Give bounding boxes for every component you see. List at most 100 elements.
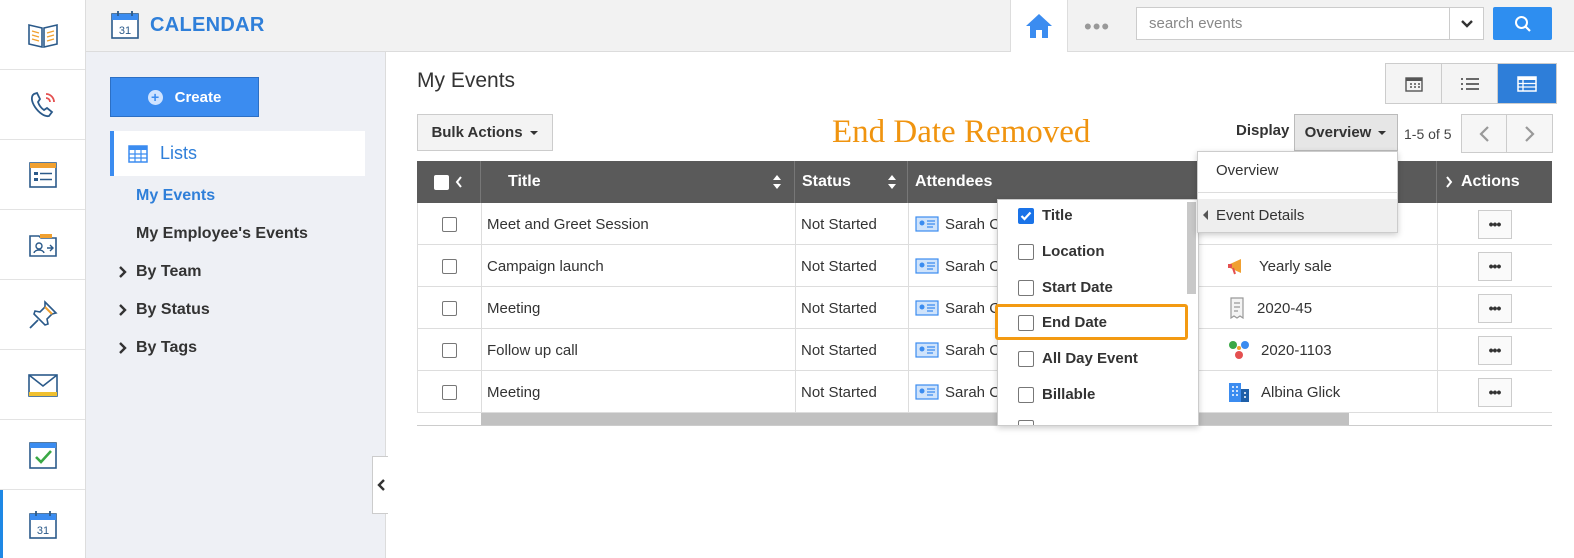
table-icon	[128, 144, 148, 163]
row-checkbox[interactable]	[441, 384, 457, 400]
column-option-checkbox[interactable]	[1018, 386, 1034, 403]
row-actions-button[interactable]: •••	[1477, 293, 1512, 323]
display-option-overview[interactable]: Overview	[1216, 162, 1279, 179]
rail-item-knowledge[interactable]	[0, 0, 85, 70]
event-status: Not Started	[801, 383, 877, 401]
next-page-button[interactable]	[1507, 115, 1552, 152]
select-all-checkbox[interactable]	[434, 174, 449, 190]
more-apps-button[interactable]: •••	[1084, 14, 1110, 40]
row-actions-button[interactable]: •••	[1477, 209, 1512, 239]
previous-page-button[interactable]	[1462, 115, 1507, 152]
table-row[interactable]: Follow up call Not Started Sarah C 2020-…	[417, 329, 1552, 371]
table-row[interactable]: Meeting Not Started Sarah C Albina Glick…	[417, 371, 1552, 413]
mail-icon	[27, 373, 58, 397]
rail-item-calendar[interactable]: 31	[0, 490, 85, 558]
chevron-right-icon	[1524, 125, 1535, 142]
contact-card-icon	[915, 342, 939, 358]
column-option-billable[interactable]: Billable	[1018, 386, 1095, 403]
column-option-location[interactable]: Location	[1018, 243, 1105, 260]
row-checkbox[interactable]	[441, 258, 457, 274]
chevron-left-icon[interactable]	[455, 176, 463, 188]
row-checkbox[interactable]	[441, 342, 457, 358]
search-filter-dropdown[interactable]	[1449, 8, 1483, 39]
row-actions-button[interactable]: •••	[1477, 251, 1512, 281]
rail-item-mail[interactable]	[0, 350, 85, 420]
event-attendee: Sarah C	[915, 329, 1000, 371]
event-attendee: Sarah C	[915, 203, 1000, 245]
attendee-name: Sarah C	[945, 299, 1001, 317]
event-title[interactable]: Meeting	[487, 287, 540, 329]
column-option-label: Title	[1042, 207, 1073, 224]
sort-icon[interactable]	[772, 174, 782, 190]
sidebar-item-by-tags[interactable]: By Tags	[118, 339, 197, 357]
search-input[interactable]	[1137, 8, 1449, 39]
sidebar-collapse-button[interactable]	[372, 456, 388, 514]
app-rail: 31	[0, 0, 86, 558]
sidebar-item-label: By Team	[136, 263, 202, 280]
sidebar-item-employee-events[interactable]: My Employee's Events	[136, 225, 308, 243]
related-record[interactable]: Albina Glick	[1227, 371, 1340, 413]
event-title[interactable]: Campaign launch	[487, 245, 604, 287]
column-header-status[interactable]: Status	[795, 161, 908, 203]
attendee-name: Sarah C	[945, 383, 1001, 401]
calendar-icon: 31	[111, 11, 139, 39]
row-actions-button[interactable]: •••	[1477, 377, 1512, 407]
display-label: Display	[1236, 122, 1290, 139]
sidebar-item-my-events[interactable]: My Events	[136, 187, 215, 205]
column-option-checkbox[interactable]	[1018, 420, 1034, 425]
display-dropdown[interactable]: Overview	[1294, 114, 1398, 151]
list-icon	[1460, 77, 1479, 90]
row-checkbox[interactable]	[441, 216, 457, 232]
column-option-start-date[interactable]: Start Date	[1018, 279, 1113, 296]
rail-item-calls[interactable]	[0, 70, 85, 140]
rail-item-pins[interactable]	[0, 280, 85, 350]
rail-item-forms[interactable]	[0, 140, 85, 210]
rail-item-tasks[interactable]	[0, 420, 85, 490]
event-title[interactable]: Meet and Greet Session	[487, 203, 649, 245]
related-record[interactable]: 2020-45	[1227, 287, 1312, 329]
column-option-title[interactable]: Title	[1018, 207, 1073, 224]
search-button[interactable]	[1493, 7, 1552, 40]
event-attendee: Sarah C	[915, 245, 1000, 287]
column-header-label: Actions	[1461, 173, 1520, 190]
table-view-button[interactable]	[1498, 64, 1556, 103]
column-header-title[interactable]: Title	[481, 161, 795, 203]
home-button[interactable]	[1010, 0, 1068, 52]
related-record[interactable]: 2020-1103	[1227, 329, 1332, 371]
attendee-name: Sarah C	[945, 257, 1001, 275]
table-horizontal-scrollbar[interactable]	[481, 413, 1349, 425]
column-option-checkbox[interactable]	[1018, 243, 1034, 260]
bulk-actions-button[interactable]: Bulk Actions	[417, 114, 553, 151]
project-icon	[1229, 341, 1249, 359]
create-button[interactable]: + Create	[110, 77, 259, 117]
column-option-checkbox[interactable]	[1018, 279, 1034, 296]
row-actions-button[interactable]: •••	[1477, 335, 1512, 365]
event-title[interactable]: Meeting	[487, 371, 540, 413]
sidebar-lists-header[interactable]: Lists	[110, 131, 365, 176]
column-option-checkbox[interactable]	[1018, 207, 1034, 224]
chevron-left-icon	[1479, 125, 1489, 142]
event-title[interactable]: Follow up call	[487, 329, 578, 371]
column-divider	[908, 203, 909, 413]
row-checkbox[interactable]	[441, 300, 457, 316]
related-record[interactable]: Yearly sale	[1227, 245, 1332, 287]
table-row[interactable]: Campaign launch Not Started Sarah C Year…	[417, 245, 1552, 287]
column-option-checkbox[interactable]	[1018, 350, 1034, 367]
sidebar-lists-label: Lists	[160, 143, 198, 163]
column-header-actions[interactable]: Actions	[1437, 161, 1552, 203]
sort-icon[interactable]	[887, 174, 897, 190]
calendar-view-button[interactable]	[1386, 64, 1442, 103]
sidebar-item-by-team[interactable]: By Team	[118, 263, 202, 281]
chevron-right-icon	[119, 342, 127, 354]
display-option-event-details[interactable]: Event Details	[1198, 199, 1397, 232]
list-view-button[interactable]	[1442, 64, 1498, 103]
event-status: Not Started	[801, 341, 877, 359]
rail-item-contacts[interactable]	[0, 210, 85, 280]
related-record-label: Albina Glick	[1261, 383, 1341, 401]
task-check-icon	[28, 441, 57, 469]
table-row[interactable]: Meeting Not Started Sarah C 2020-45 •••	[417, 287, 1552, 329]
column-option-partial[interactable]	[1018, 420, 1034, 425]
column-option-all-day-event[interactable]: All Day Event	[1018, 350, 1138, 367]
sidebar-item-by-status[interactable]: By Status	[118, 301, 210, 319]
column-menu-scrollbar[interactable]	[1187, 202, 1196, 294]
